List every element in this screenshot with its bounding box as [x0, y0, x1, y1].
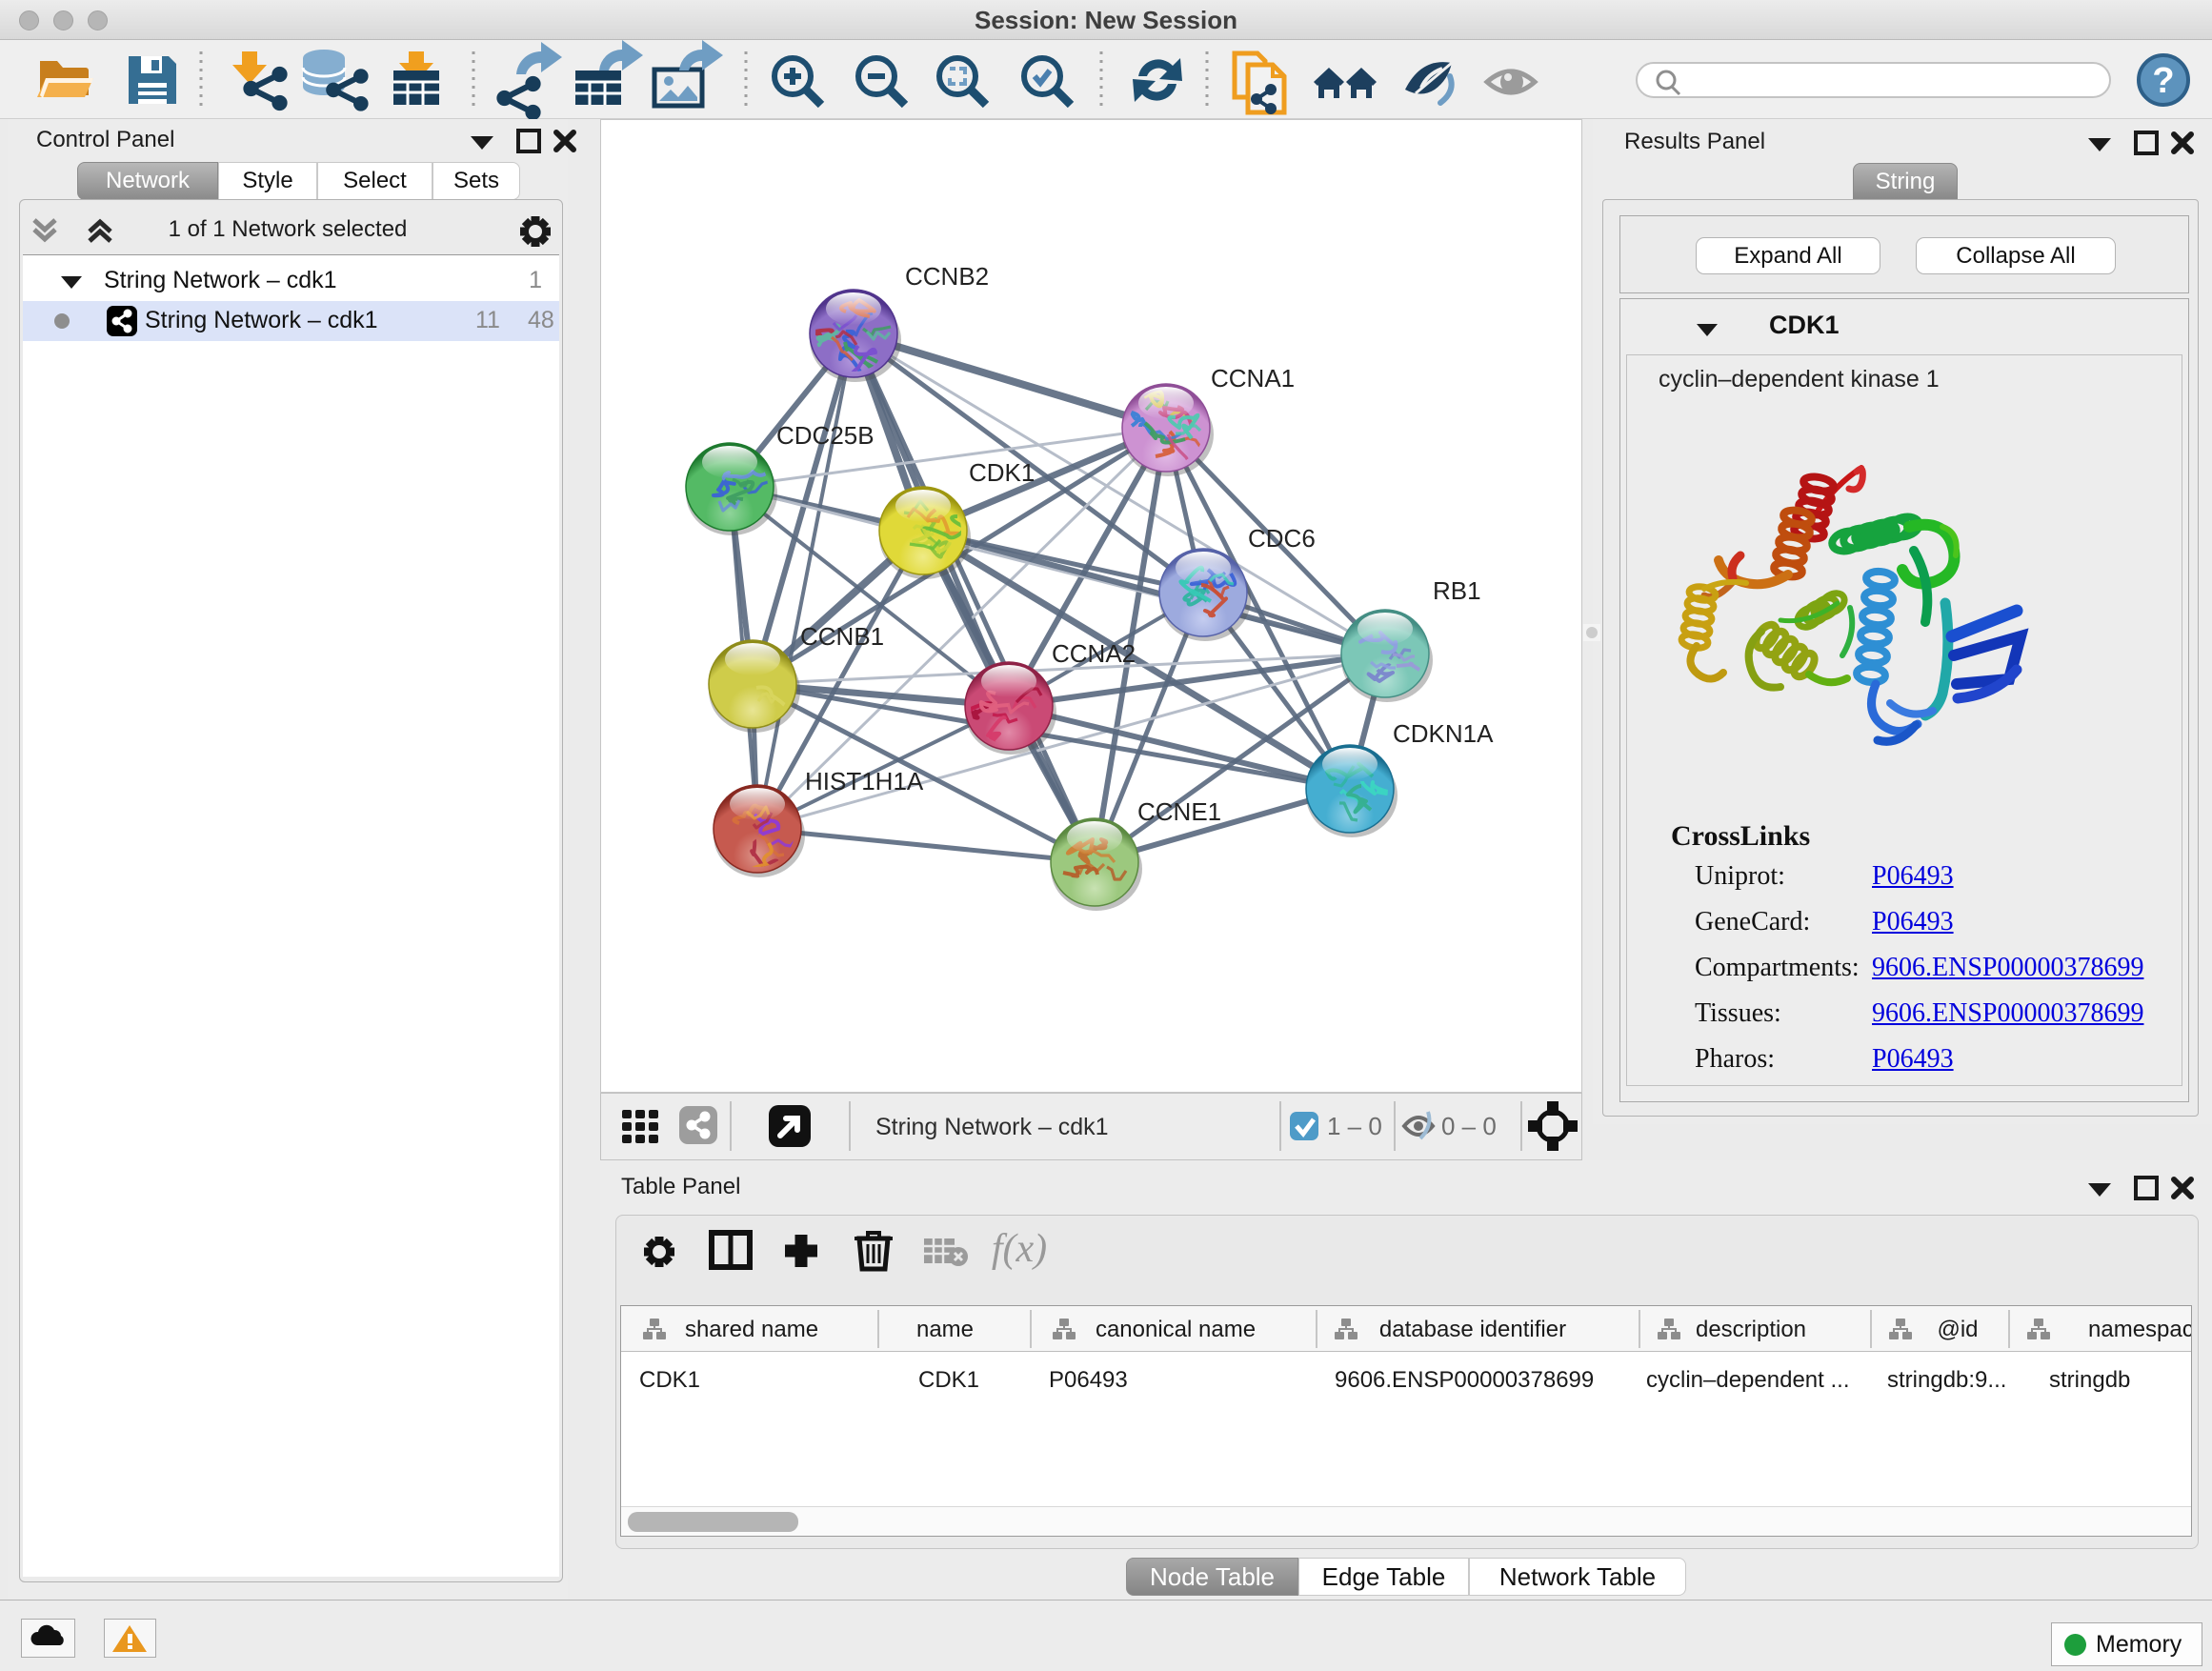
svg-text:HIST1H1A: HIST1H1A	[805, 767, 924, 795]
svg-text:@id: @id	[1937, 1317, 1978, 1342]
svg-text:String Network – cdk1: String Network – cdk1	[875, 1114, 1109, 1140]
svg-text:0 – 0: 0 – 0	[1441, 1112, 1497, 1140]
svg-text:name: name	[916, 1317, 974, 1342]
svg-text:CDK1: CDK1	[918, 1367, 979, 1393]
svg-text:namespace: namespace	[2088, 1317, 2192, 1342]
svg-text:CCNB2: CCNB2	[905, 262, 989, 291]
svg-text:f(x): f(x)	[992, 1227, 1047, 1271]
svg-text:P06493: P06493	[1049, 1367, 1128, 1393]
svg-text:shared name: shared name	[685, 1317, 818, 1342]
svg-text:CCNB1: CCNB1	[800, 622, 884, 651]
svg-text:database identifier: database identifier	[1379, 1317, 1566, 1342]
svg-text:cyclin–dependent ...: cyclin–dependent ...	[1646, 1367, 1849, 1393]
svg-text:CDK1: CDK1	[639, 1367, 700, 1393]
svg-text:1 – 0: 1 – 0	[1327, 1112, 1382, 1140]
svg-text:description: description	[1696, 1317, 1806, 1342]
svg-text:CCNA2: CCNA2	[1052, 639, 1136, 668]
svg-text:CCNA1: CCNA1	[1211, 364, 1295, 393]
svg-text:canonical name: canonical name	[1096, 1317, 1256, 1342]
svg-text:RB1: RB1	[1433, 576, 1481, 605]
svg-text:9606.ENSP00000378699: 9606.ENSP00000378699	[1335, 1367, 1594, 1393]
svg-text:?: ?	[2152, 61, 2174, 101]
svg-text:CDK1: CDK1	[969, 458, 1035, 487]
svg-text:CDC6: CDC6	[1248, 524, 1316, 553]
svg-text:stringdb: stringdb	[2049, 1367, 2130, 1393]
svg-text:CDKN1A: CDKN1A	[1393, 719, 1494, 748]
svg-text:stringdb:9...: stringdb:9...	[1887, 1367, 2006, 1393]
svg-text:CCNE1: CCNE1	[1137, 797, 1221, 826]
svg-text:CDC25B: CDC25B	[776, 421, 875, 450]
